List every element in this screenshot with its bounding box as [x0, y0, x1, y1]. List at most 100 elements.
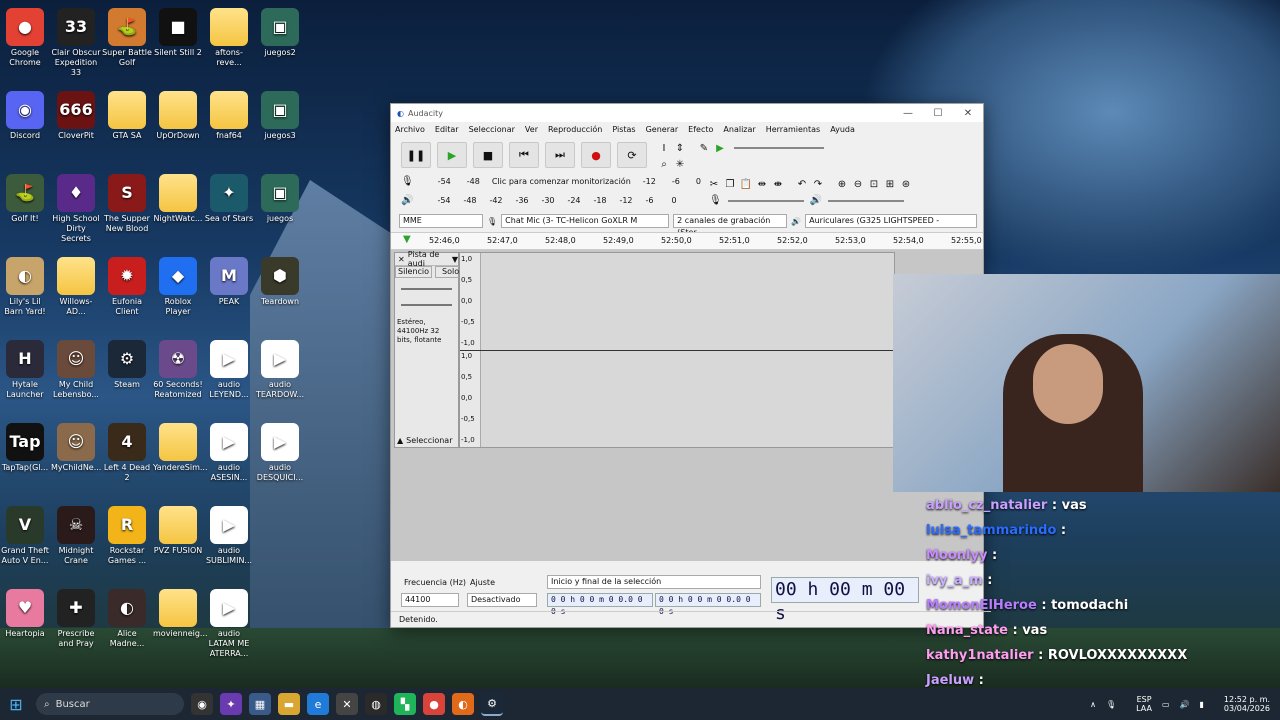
track-select-button[interactable]: ▲ Seleccionar [397, 436, 452, 445]
selection-mode-select[interactable]: Inicio y final de la selección [547, 575, 761, 589]
play-speed-slider[interactable] [734, 147, 824, 149]
desktop-icon[interactable]: ⬢ Teardown [255, 257, 305, 307]
desktop-icon[interactable]: ⛳ Super Battle Golf [102, 8, 152, 68]
desktop-icon[interactable]: ▶ audio LATAM ME ATERRA... [204, 589, 254, 659]
desktop-icon[interactable]: ✦ Sea of Stars [204, 174, 254, 224]
close-button[interactable]: ✕ [953, 108, 983, 119]
host-select[interactable]: MME [399, 214, 483, 228]
menu-item[interactable]: Reproducción [548, 125, 602, 134]
clock[interactable]: 12:52 p. m. 03/04/2026 [1214, 695, 1270, 713]
menu-item[interactable]: Efecto [688, 125, 713, 134]
menu-item[interactable]: Editar [435, 125, 459, 134]
desktop-icon[interactable]: Willows-AD... [51, 257, 101, 317]
track-close-icon[interactable]: ✕ [398, 255, 405, 264]
desktop-icon[interactable]: ● Google Chrome [0, 8, 50, 68]
menu-item[interactable]: Generar [646, 125, 679, 134]
desktop-icon[interactable]: ☠ Midnight Crane [51, 506, 101, 566]
volume-icon[interactable]: 🔊 [1180, 700, 1190, 709]
desktop-icon[interactable]: ☢ 60 Seconds! Reatomized [153, 340, 203, 400]
multi-tool-icon[interactable]: ✳ [672, 156, 688, 172]
desktop-icon[interactable]: ☺ MyChildNe... [51, 423, 101, 473]
menu-item[interactable]: Seleccionar [469, 125, 515, 134]
menu-item[interactable]: Ayuda [830, 125, 855, 134]
desktop-icon[interactable]: 33 Clair Obscur Expedition 33 [51, 8, 101, 78]
desktop-icon[interactable]: ▣ juegos3 [255, 91, 305, 141]
search-box[interactable]: ⌕ Buscar [36, 693, 184, 715]
track-menu-icon[interactable]: ▼ [452, 255, 458, 264]
loop-button[interactable]: ⟳ [617, 142, 647, 168]
draw-tool-icon[interactable]: ✎ [696, 140, 712, 156]
tray-mic-icon[interactable]: 🎙 [1106, 700, 1116, 709]
zoom-out-icon[interactable]: ⊖ [850, 176, 866, 192]
xbox-icon[interactable]: ✕ [336, 693, 358, 715]
battery-icon[interactable]: ▮ [1199, 700, 1203, 709]
undo-icon[interactable]: ↶ [794, 176, 810, 192]
skip-start-button[interactable]: ⏮ [509, 142, 539, 168]
desktop-icon[interactable]: ▶ audio TEARDOW... [255, 340, 305, 400]
time-display[interactable]: 00 h 00 m 00 s [771, 577, 919, 624]
desktop-icon[interactable]: ▣ juegos2 [255, 8, 305, 58]
zoom-toggle-icon[interactable]: ⊛ [898, 176, 914, 192]
collapse-icon[interactable]: ▲ [397, 436, 403, 445]
desktop-icon[interactable]: ▶ audio DESQUICI... [255, 423, 305, 483]
skip-end-button[interactable]: ⏭ [545, 142, 575, 168]
menu-item[interactable]: Herramientas [766, 125, 821, 134]
desktop-icon[interactable]: GTA SA [102, 91, 152, 141]
desktop-icon[interactable]: ✚ Prescribe and Pray [51, 589, 101, 649]
copilot-icon[interactable]: ✦ [220, 693, 242, 715]
desktop-icon[interactable]: ◆ Roblox Player [153, 257, 203, 317]
start-button[interactable]: ⊞ [0, 688, 32, 720]
selection-start[interactable]: 0 0 h 0 0 m 0 0.0 0 0 s [547, 593, 653, 616]
desktop-icon[interactable]: ◉ Discord [0, 91, 50, 141]
minimize-button[interactable]: — [893, 108, 923, 119]
desktop-icon[interactable]: fnaf64 [204, 91, 254, 141]
maximize-button[interactable]: ☐ [923, 108, 953, 119]
play-head-icon[interactable]: ▼ [403, 234, 411, 245]
pan-slider[interactable] [401, 304, 452, 306]
desktop-icon[interactable]: ⛳ Golf It! [0, 174, 50, 224]
steam-icon[interactable]: ⚙ [481, 692, 503, 716]
selection-end[interactable]: 0 0 h 0 0 m 0 0.0 0 0 s [655, 593, 761, 616]
desktop-icon[interactable]: ☺ My Child Lebensbo... [51, 340, 101, 400]
play-volume-slider[interactable] [828, 199, 905, 202]
stop-button[interactable]: ■ [473, 142, 503, 168]
record-meter[interactable]: 🎙 -54 -48 Clic para comenzar monitorizac… [401, 176, 701, 187]
rate-select[interactable]: 44100 [401, 593, 459, 607]
menu-item[interactable]: Archivo [395, 125, 425, 134]
copy-icon[interactable]: ❐ [722, 176, 738, 192]
waveform-area[interactable]: 1,0 0,5 0,0 -0,5 -1,0 1,0 0,5 0,0 -0,5 -1,0 [459, 252, 895, 448]
pause-button[interactable]: ❚❚ [401, 142, 431, 168]
desktop-icon[interactable]: ⚙ Steam [102, 340, 152, 390]
desktop-icon[interactable]: ♥ Heartopia [0, 589, 50, 639]
file-explorer-icon[interactable]: ▬ [278, 693, 300, 715]
streamlabs-icon[interactable]: ▚ [394, 693, 416, 715]
desktop-icon[interactable]: NightWatc... [153, 174, 203, 224]
desktop-icon[interactable]: ▶ audio SUBLIMIN... [204, 506, 254, 566]
gain-slider[interactable] [401, 288, 452, 290]
desktop-icon[interactable]: YandereSim... [153, 423, 208, 473]
obs-icon[interactable]: ◍ [365, 693, 387, 715]
menu-item[interactable]: Ver [525, 125, 538, 134]
rec-device-select[interactable]: Chat Mic (3- TC-Helicon GoXLR M [501, 214, 670, 228]
channels-select[interactable]: 2 canales de grabación (Ster [673, 214, 788, 237]
zoom-tool-icon[interactable]: ⌕ [656, 156, 672, 172]
menu-item[interactable]: Pistas [612, 125, 635, 134]
trim-icon[interactable]: ⇹ [754, 176, 770, 192]
store-icon[interactable]: ▦ [249, 693, 271, 715]
snap-select[interactable]: Desactivado [467, 593, 537, 607]
timeline-ruler[interactable]: ▼ 52:46,0 52:47,0 52:48,0 52:49,0 52:50,0 52:… [391, 232, 983, 250]
redo-icon[interactable]: ↷ [810, 176, 826, 192]
play-device-select[interactable]: Auriculares (G325 LIGHTSPEED - [805, 214, 978, 228]
zoom-in-icon[interactable]: ⊕ [834, 176, 850, 192]
selection-tool-icon[interactable]: I [656, 140, 672, 156]
taskbar-app-icon[interactable]: ◉ [191, 693, 213, 715]
desktop-icon[interactable]: PVZ FUSION [153, 506, 203, 556]
desktop-icon[interactable]: ✹ Eufonia Client [102, 257, 152, 317]
desktop-icon[interactable]: H Hytale Launcher [0, 340, 50, 400]
play-at-speed-icon[interactable]: ▶ [712, 140, 728, 156]
rec-volume-slider[interactable] [727, 199, 804, 202]
desktop-icon[interactable]: ◐ Alice Madne... [102, 589, 152, 649]
menu-item[interactable]: Analizar [723, 125, 755, 134]
play-button[interactable]: ▶ [437, 142, 467, 168]
desktop-icon[interactable]: Tap TapTap(Gl... [0, 423, 50, 473]
